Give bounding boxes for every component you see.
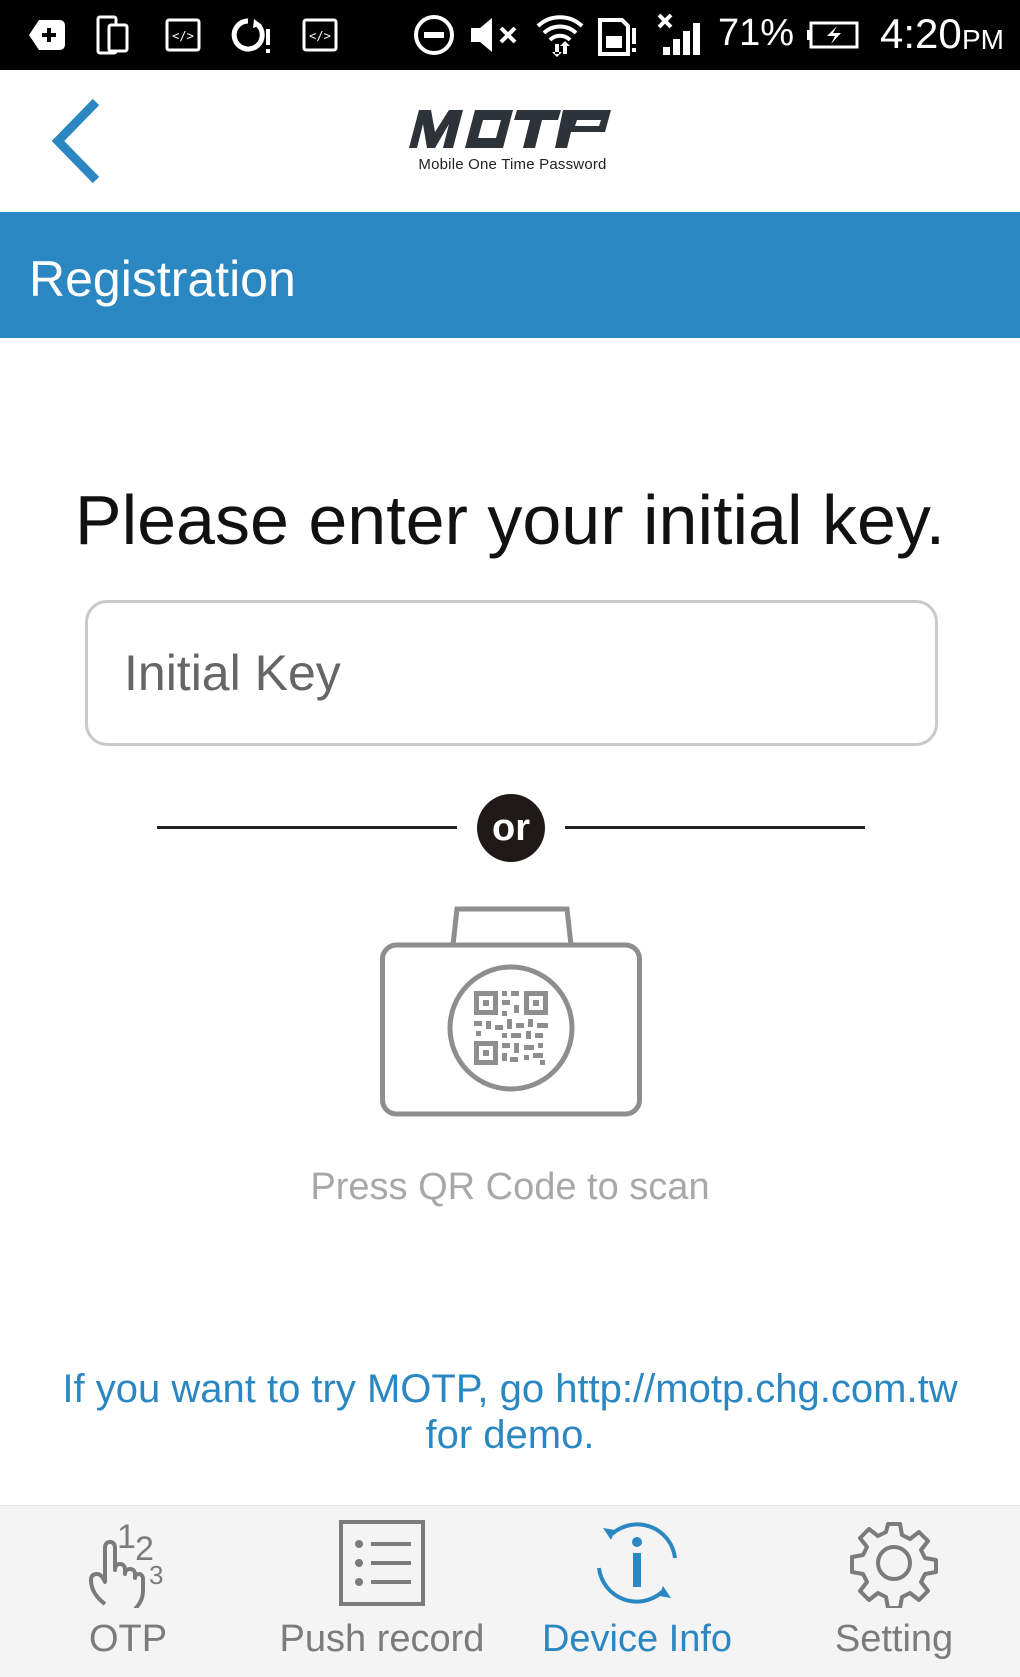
logo-subtitle: Mobile One Time Password <box>418 156 607 173</box>
clock-time: 4:20 <box>880 10 962 57</box>
dnd-icon <box>412 14 456 56</box>
sd-alert-icon <box>598 14 640 56</box>
motp-logo: Mobile One Time Password <box>405 104 620 184</box>
svg-text:1: 1 <box>117 1518 136 1556</box>
nav-otp[interactable]: 1 2 3 OTP <box>72 1506 184 1677</box>
camera-qr-icon <box>380 906 642 1117</box>
svg-text:</>: </> <box>172 29 194 43</box>
nav-push-record[interactable]: Push record <box>274 1506 490 1677</box>
svg-text:3: 3 <box>149 1560 163 1590</box>
svg-text:</>: </> <box>309 29 331 43</box>
scan-qr-button[interactable] <box>380 905 642 1117</box>
code-icon: </> <box>301 14 339 56</box>
mute-icon <box>468 14 522 56</box>
clock-ampm: PM <box>962 24 1004 55</box>
sync-alert-icon <box>228 14 274 56</box>
wifi-icon <box>534 14 586 57</box>
initial-key-input[interactable] <box>85 600 938 746</box>
status-bar: </> </> 71% 4:20 PM <box>0 0 1020 70</box>
signal-icon <box>656 13 704 56</box>
or-badge: or <box>477 794 545 862</box>
info-refresh-icon <box>592 1518 682 1608</box>
list-icon <box>337 1518 427 1608</box>
app-header: Mobile One Time Password <box>0 70 1020 212</box>
plus-square-icon <box>28 14 68 56</box>
divider-right <box>565 826 865 829</box>
title-band: Registration <box>0 212 1020 338</box>
battery-percent: 71% <box>718 12 795 54</box>
nav-otp-label: OTP <box>88 1618 168 1660</box>
qr-caption: Press QR Code to scan <box>310 1166 710 1208</box>
nav-push-record-label: Push record <box>279 1618 485 1660</box>
demo-link[interactable]: If you want to try MOTP, go http://motp.… <box>40 1366 980 1458</box>
nav-device-info[interactable]: Device Info <box>536 1506 738 1677</box>
divider-left <box>157 826 457 829</box>
page-title: Registration <box>29 251 296 307</box>
device-rotate-icon <box>94 14 130 56</box>
touch-123-icon: 1 2 3 <box>83 1518 173 1608</box>
bottom-nav: 1 2 3 OTP Push record Device Info Settin… <box>0 1505 1020 1677</box>
back-button[interactable] <box>46 96 116 186</box>
nav-setting-label: Setting <box>834 1618 954 1660</box>
logo-wordmark <box>409 110 611 148</box>
nav-setting[interactable]: Setting <box>816 1506 972 1677</box>
chevron-left-icon <box>46 98 116 190</box>
gear-icon <box>849 1518 939 1608</box>
nav-device-info-label: Device Info <box>541 1618 733 1660</box>
battery-charging-icon <box>806 14 862 56</box>
initial-key-prompt: Please enter your initial key. <box>74 481 946 559</box>
code-icon: </> <box>164 14 202 56</box>
